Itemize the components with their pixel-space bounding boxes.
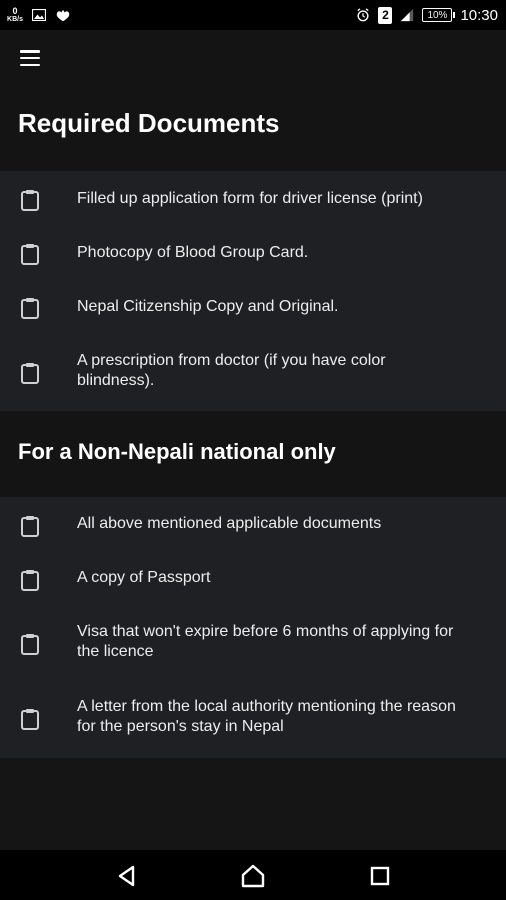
list-item-text: Nepal Citizenship Copy and Original. [77,298,339,315]
clipboard-icon [21,298,39,319]
list-item: Filled up application form for driver li… [0,171,506,225]
list-item: A prescription from doctor (if you have … [0,333,506,411]
recents-icon[interactable] [366,862,394,890]
data-speed-value: 0 [12,6,18,16]
navigation-bar [0,850,506,900]
non-nepali-documents-list: All above mentioned applicable documents… [0,497,506,758]
clipboard-icon [21,363,39,384]
clipboard-icon [21,516,39,537]
list-item-text: All above mentioned applicable documents [77,515,382,532]
list-item: A letter from the local authority mentio… [0,680,506,758]
status-right: 2 10% 10:30 [356,6,498,24]
alarm-icon [356,8,370,22]
list-item-text: A prescription from doctor (if you have … [77,352,386,389]
list-item: All above mentioned applicable documents [0,497,506,551]
clipboard-icon [21,634,39,655]
list-item: Visa that won't expire before 6 months o… [0,605,506,680]
list-item: Photocopy of Blood Group Card. [0,225,506,279]
sim-icon: 2 [378,6,393,24]
notification-icon [56,8,70,22]
app-bar: Required Documents [0,30,506,171]
clipboard-icon [21,570,39,591]
clock: 10:30 [460,6,498,24]
status-bar: 0 KB/s 2 10% 10:30 [0,0,506,30]
page-title: Required Documents [18,108,280,138]
back-icon[interactable] [113,862,141,890]
required-documents-list: Filled up application form for driver li… [0,171,506,411]
empty-area [0,758,506,850]
status-left: 0 KB/s [7,6,70,24]
data-speed-unit: KB/s [7,16,23,23]
clipboard-icon [21,709,39,730]
clipboard-icon [21,190,39,211]
data-speed-icon: 0 KB/s [7,6,23,24]
list-item-text: A copy of Passport [77,569,211,586]
list-item-text: Visa that won't expire before 6 months o… [77,623,454,660]
list-item: A copy of Passport [0,551,506,605]
image-icon [32,8,46,22]
home-icon[interactable] [239,862,267,890]
list-item-text: A letter from the local authority mentio… [77,698,456,735]
signal-icon [400,8,414,22]
battery-icon: 10% [422,8,456,22]
list-item-text: Filled up application form for driver li… [77,190,423,207]
clipboard-icon [21,244,39,265]
section-title: For a Non-Nepali national only [18,439,336,464]
hamburger-menu-icon[interactable] [18,48,42,68]
section-header: For a Non-Nepali national only [0,411,506,497]
list-item-text: Photocopy of Blood Group Card. [77,244,309,261]
list-item: Nepal Citizenship Copy and Original. [0,279,506,333]
